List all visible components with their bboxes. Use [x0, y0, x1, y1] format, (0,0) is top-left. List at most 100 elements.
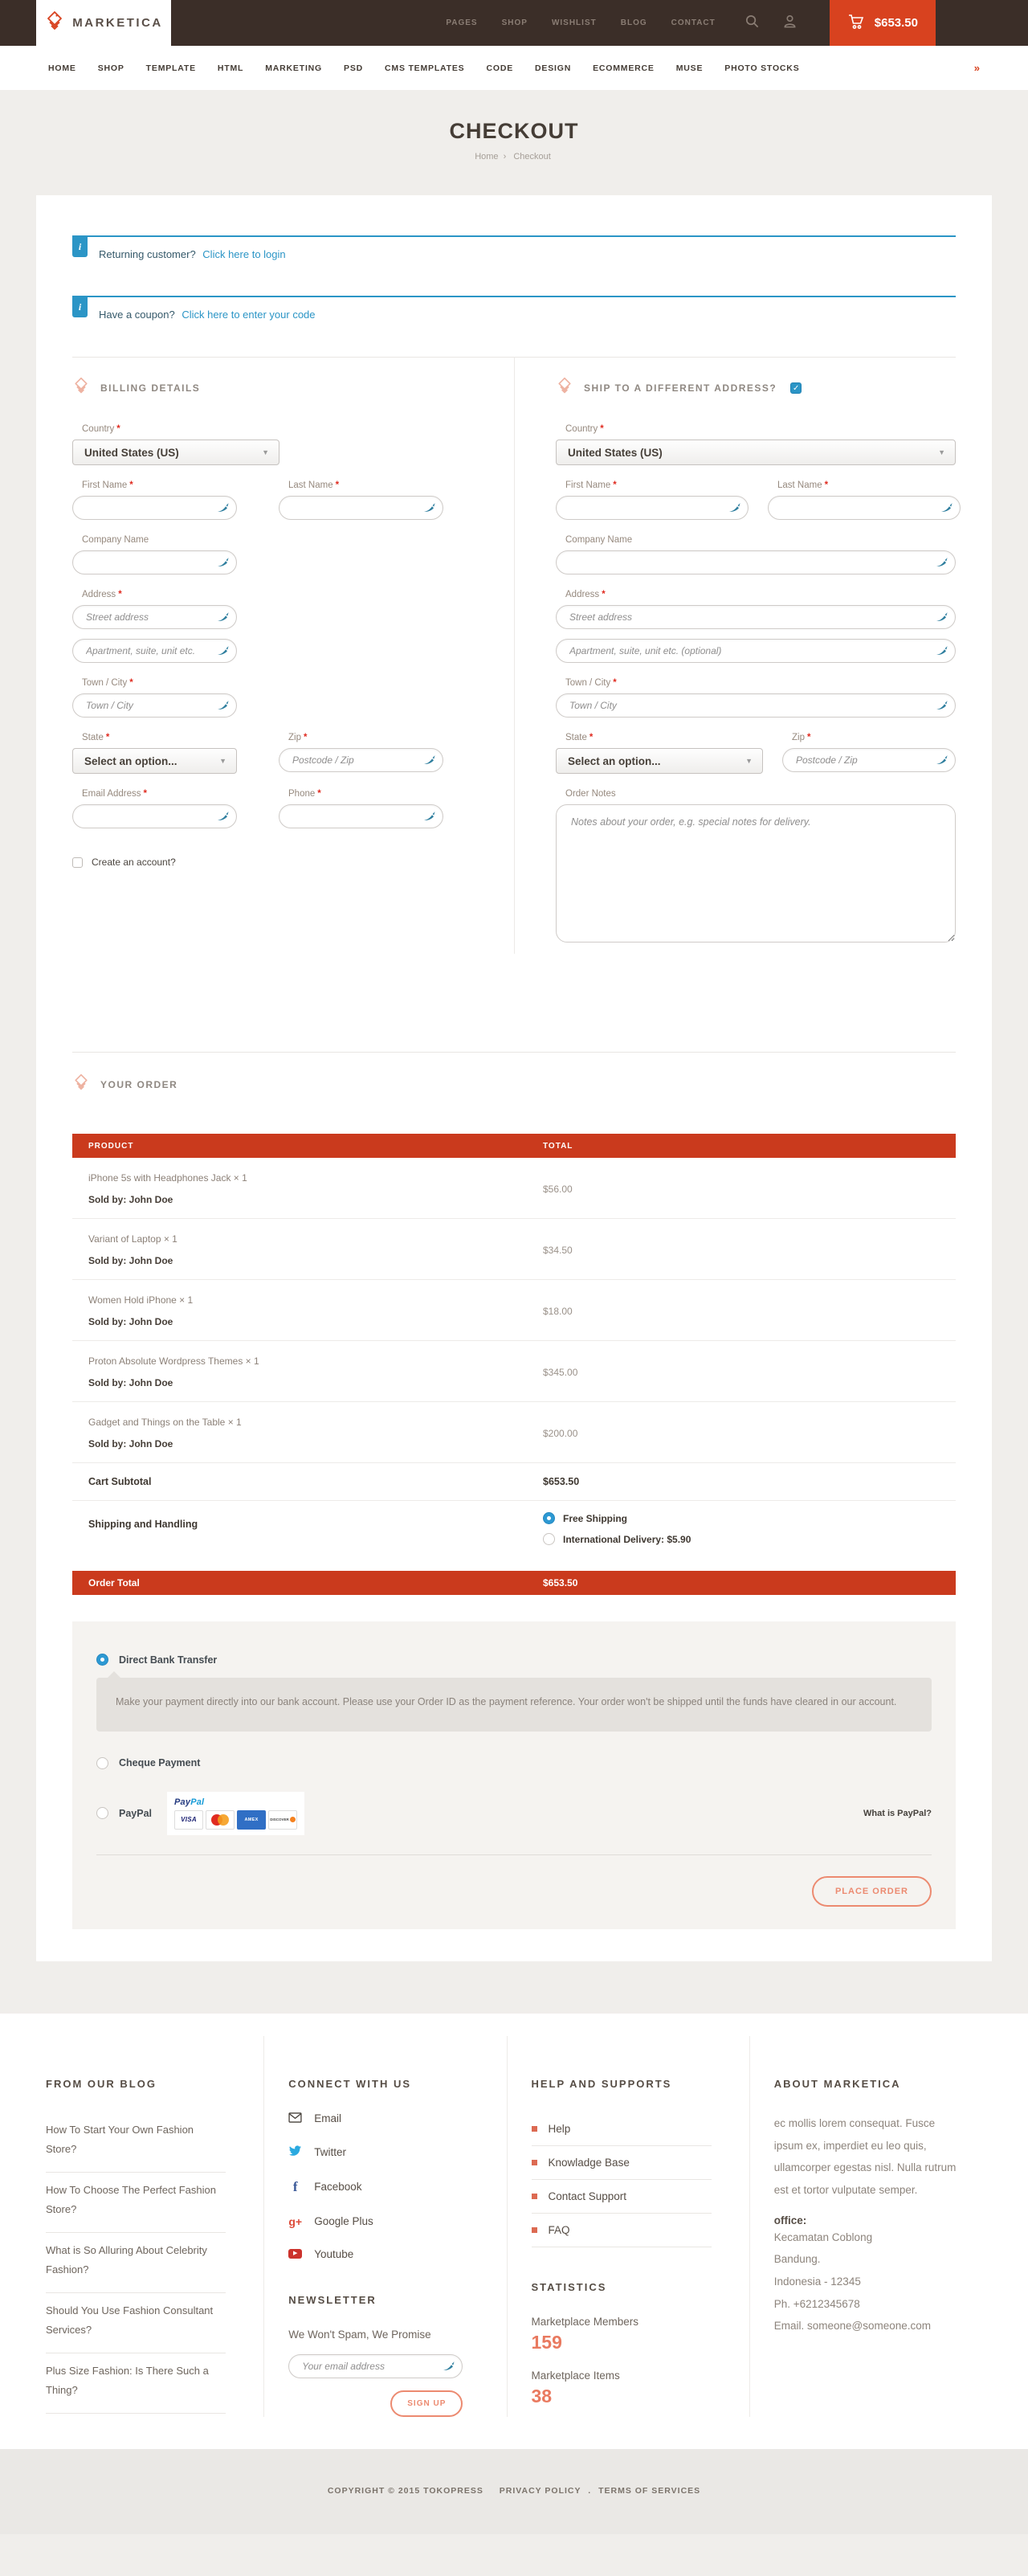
- menu-home[interactable]: HOME: [48, 63, 76, 73]
- nav-shop[interactable]: SHOP: [502, 18, 528, 27]
- menu-design[interactable]: DESIGN: [535, 63, 571, 73]
- menu-muse[interactable]: MUSE: [676, 63, 704, 73]
- billing-phone-input[interactable]: [279, 804, 443, 828]
- menu-cms-templates[interactable]: CMS TEMPLATES: [385, 63, 464, 73]
- international-delivery-radio[interactable]: [543, 1533, 555, 1545]
- menu-marketing[interactable]: MARKETING: [265, 63, 322, 73]
- social-link-facebook[interactable]: f Facebook: [288, 2179, 482, 2195]
- about-text: ec mollis lorem consequat. Fusce ipsum e…: [774, 2112, 962, 2202]
- billing-first-name-input[interactable]: [72, 496, 237, 520]
- help-link[interactable]: Help: [532, 2112, 712, 2146]
- blog-post-link[interactable]: How To Choose The Perfect Fashion Store?: [46, 2173, 226, 2233]
- free-shipping-radio[interactable]: [543, 1512, 555, 1524]
- menu-html[interactable]: HTML: [218, 63, 243, 73]
- menu-shop[interactable]: SHOP: [98, 63, 124, 73]
- shipping-country-select[interactable]: United States (US) ▼: [556, 440, 956, 465]
- nav-wishlist[interactable]: WISHLIST: [552, 18, 597, 27]
- social-link-twitter[interactable]: Twitter: [288, 2145, 482, 2159]
- help-link[interactable]: FAQ: [532, 2214, 712, 2247]
- shipping-row: Shipping and Handling Free Shipping Inte…: [72, 1501, 956, 1560]
- blog-post-link[interactable]: What is So Alluring About Celebrity Fash…: [46, 2233, 226, 2293]
- ship-different-checkbox[interactable]: ✓: [790, 382, 802, 394]
- social-link-youtube[interactable]: ▶ Youtube: [288, 2248, 482, 2260]
- social-link-google-plus[interactable]: g+ Google Plus: [288, 2215, 482, 2228]
- paypal-radio[interactable]: [96, 1807, 108, 1819]
- menu-photo-stocks[interactable]: PHOTO STOCKS: [724, 63, 799, 73]
- billing-company-input[interactable]: [72, 550, 237, 574]
- phone-label: Phone: [288, 789, 315, 799]
- billing-zip-input[interactable]: [279, 748, 443, 772]
- shipping-zip-input[interactable]: [782, 748, 956, 772]
- first-name-label: First Name: [565, 480, 610, 490]
- bank-transfer-radio[interactable]: [96, 1654, 108, 1666]
- amex-icon: AMEX: [237, 1810, 266, 1830]
- logo[interactable]: MARKETICA: [36, 0, 171, 46]
- chevron-down-icon: ▼: [938, 448, 945, 456]
- newsletter-email-input[interactable]: [288, 2354, 463, 2378]
- login-link[interactable]: Click here to login: [202, 248, 285, 260]
- social-link-email[interactable]: Email: [288, 2112, 482, 2125]
- address-line: Bandung.: [774, 2248, 968, 2271]
- account-icon[interactable]: [782, 14, 798, 33]
- address-line: Indonesia - 12345: [774, 2271, 968, 2293]
- chevron-down-icon: ▼: [262, 448, 269, 456]
- shipping-first-name-input[interactable]: [556, 496, 749, 520]
- what-is-paypal-link[interactable]: What is PayPal?: [863, 1809, 932, 1818]
- privacy-policy-link[interactable]: PRIVACY POLICY: [500, 2486, 581, 2496]
- menu-more-icon[interactable]: »: [974, 62, 980, 74]
- help-link[interactable]: Knowladge Base: [532, 2146, 712, 2180]
- top-nav: PAGES SHOP WISHLIST BLOG CONTACT: [446, 18, 715, 27]
- signup-button[interactable]: SIGN UP: [390, 2390, 463, 2417]
- connect-column-title: CONNECT WITH US: [288, 2078, 482, 2090]
- shipping-town-input[interactable]: [556, 693, 956, 718]
- nav-pages[interactable]: PAGES: [446, 18, 477, 27]
- menu-psd[interactable]: PSD: [344, 63, 363, 73]
- blog-post-link[interactable]: How To Start Your Own Fashion Store?: [46, 2112, 226, 2173]
- billing-state-select[interactable]: Select an option... ▼: [72, 748, 237, 774]
- nav-blog[interactable]: BLOG: [621, 18, 647, 27]
- product-column-header: PRODUCT: [72, 1142, 543, 1151]
- place-order-button[interactable]: PLACE ORDER: [812, 1876, 932, 1907]
- section-tags-icon: [72, 1073, 90, 1095]
- billing-street-input[interactable]: [72, 605, 237, 629]
- product-total: $200.00: [543, 1428, 956, 1439]
- nav-contact[interactable]: CONTACT: [671, 18, 716, 27]
- cheque-payment-radio[interactable]: [96, 1757, 108, 1769]
- visa-icon: VISA: [174, 1810, 203, 1830]
- footer-blog-column: FROM OUR BLOG How To Start Your Own Fash…: [36, 2036, 263, 2417]
- order-notes-textarea[interactable]: [556, 804, 956, 942]
- billing-email-input[interactable]: [72, 804, 237, 828]
- cart-button[interactable]: $653.50: [830, 0, 936, 46]
- shipping-street-input[interactable]: [556, 605, 956, 629]
- blog-post-link[interactable]: Plus Size Fashion: Is There Such a Thing…: [46, 2353, 226, 2414]
- blog-post-link[interactable]: Should You Use Fashion Consultant Servic…: [46, 2293, 226, 2353]
- billing-last-name-input[interactable]: [279, 496, 443, 520]
- product-name: iPhone 5s with Headphones Jack × 1: [88, 1172, 543, 1184]
- billing-town-input[interactable]: [72, 693, 237, 718]
- coupon-link[interactable]: Click here to enter your code: [182, 309, 315, 321]
- shipping-last-name-input[interactable]: [768, 496, 961, 520]
- create-account-checkbox[interactable]: [72, 857, 83, 868]
- company-label: Company Name: [565, 535, 632, 545]
- google-plus-icon: g+: [288, 2215, 302, 2228]
- terms-link[interactable]: TERMS OF SERVICES: [598, 2486, 700, 2496]
- product-total: $34.50: [543, 1245, 956, 1256]
- main-menu: HOME SHOP TEMPLATE HTML MARKETING PSD CM…: [0, 46, 1028, 90]
- breadcrumb-home[interactable]: Home: [475, 152, 498, 162]
- menu-ecommerce[interactable]: ECOMMERCE: [593, 63, 655, 73]
- twitter-icon: [288, 2145, 302, 2159]
- total-column-header: TOTAL: [543, 1142, 956, 1151]
- billing-apartment-input[interactable]: [72, 639, 237, 663]
- facebook-icon: f: [288, 2179, 302, 2195]
- billing-country-select[interactable]: United States (US) ▼: [72, 440, 279, 465]
- shipping-state-select[interactable]: Select an option... ▼: [556, 748, 763, 774]
- shipping-apartment-input[interactable]: [556, 639, 956, 663]
- info-icon: i: [72, 237, 88, 257]
- help-link[interactable]: Contact Support: [532, 2180, 712, 2214]
- shipping-company-input[interactable]: [556, 550, 956, 574]
- menu-code[interactable]: CODE: [486, 63, 513, 73]
- breadcrumb-current: Checkout: [513, 152, 550, 162]
- paypal-label: PayPal: [119, 1808, 152, 1819]
- search-icon[interactable]: [744, 14, 760, 33]
- menu-template[interactable]: TEMPLATE: [146, 63, 196, 73]
